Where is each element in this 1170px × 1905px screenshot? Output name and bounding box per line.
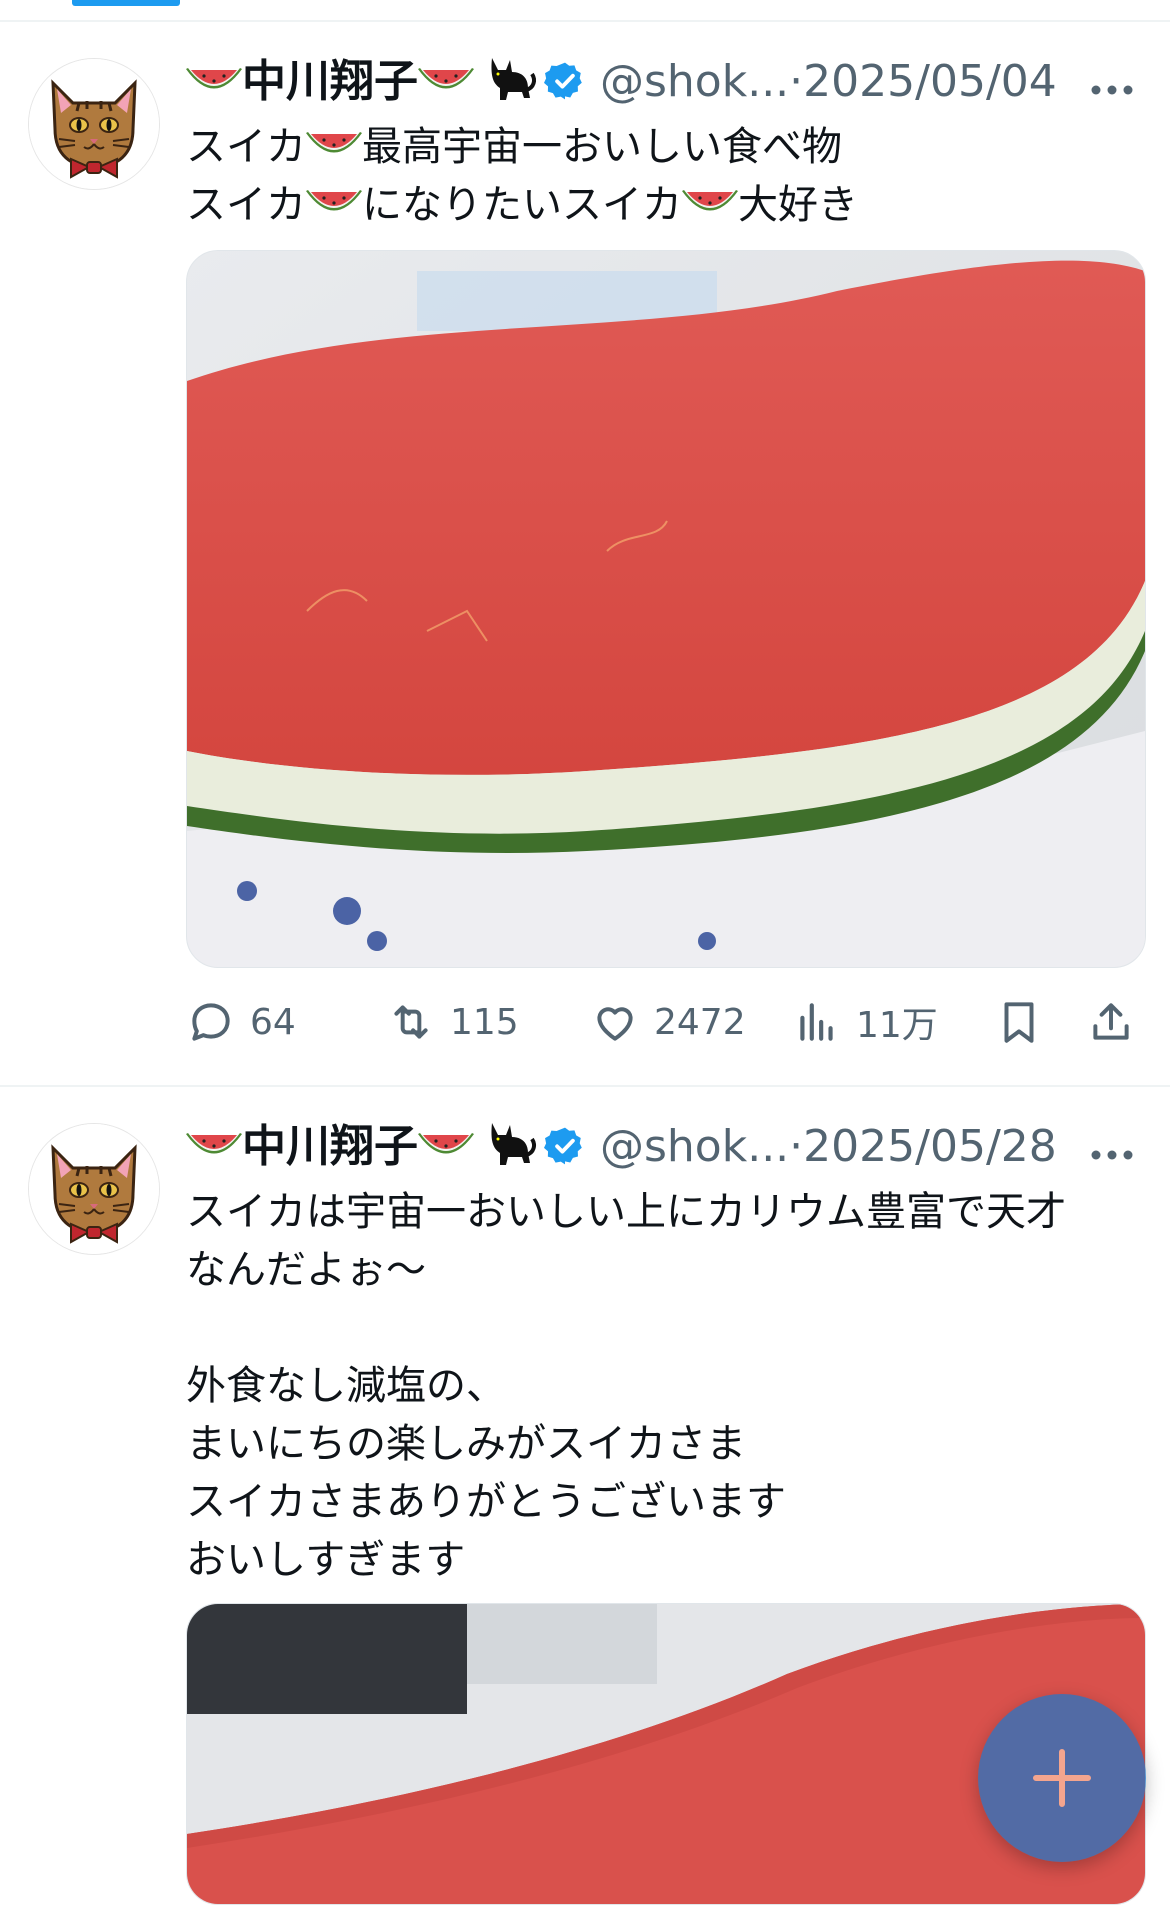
display-name[interactable]: 中川翔子 bbox=[242, 1121, 418, 1172]
text-line: スイカ になりたいスイカ 大好き bbox=[186, 182, 858, 228]
views-button[interactable]: 11万 bbox=[792, 992, 938, 1052]
reply-button[interactable]: 64 bbox=[186, 992, 296, 1052]
more-icon[interactable] bbox=[1090, 84, 1134, 96]
reply-icon bbox=[192, 1003, 230, 1041]
text-line: スイカ 最高宇宙一おいしい食べ物 bbox=[186, 124, 842, 170]
text-line: スイカさまありがとうございます bbox=[186, 1479, 786, 1525]
reply-count: 64 bbox=[250, 1001, 296, 1043]
watermelon-icon bbox=[306, 128, 362, 164]
more-icon[interactable] bbox=[1090, 1149, 1134, 1161]
avatar[interactable] bbox=[28, 58, 160, 190]
tweet-actions: 64 115 2472 11万 bbox=[186, 992, 1146, 1052]
text-line: おいしすぎます bbox=[186, 1537, 466, 1583]
watermelon-icon bbox=[418, 1129, 474, 1165]
handle[interactable]: @shok... bbox=[600, 1121, 789, 1172]
retweet-icon bbox=[394, 1005, 428, 1039]
timestamp[interactable]: 2025/05/28 bbox=[803, 1121, 1057, 1172]
text-line: 外食なし減塩の、 bbox=[186, 1363, 506, 1409]
tweet-header: 中川翔子 @shok...·2025/05/28 bbox=[186, 1115, 1146, 1175]
handle[interactable]: @shok... bbox=[600, 56, 789, 107]
top-bar bbox=[0, 0, 1170, 20]
timestamp[interactable]: 2025/05/04 bbox=[803, 56, 1057, 107]
avatar[interactable] bbox=[28, 1123, 160, 1255]
watermelon-photo bbox=[187, 251, 1145, 967]
views-count: 11万 bbox=[856, 1005, 938, 1046]
display-name[interactable]: 中川翔子 bbox=[242, 56, 418, 107]
separator: · bbox=[789, 1121, 804, 1172]
tweet-text: スイカ 最高宇宙一おいしい食べ物 スイカ になりたいスイカ 大好き bbox=[186, 118, 1126, 234]
tweet-header: 中川翔子 @shok...·2025/05/04 bbox=[186, 50, 1146, 110]
text-line: なんだよぉ〜 bbox=[186, 1247, 426, 1293]
tweet[interactable]: 中川翔子 @shok...·2025/05/04 スイカ 最高宇宙一おいしい食べ物 … bbox=[0, 22, 1170, 1087]
watermelon-icon bbox=[306, 186, 362, 222]
text-line: まいにちの楽しみがスイカさま bbox=[186, 1421, 746, 1467]
watermelon-icon bbox=[418, 64, 474, 100]
watermelon-icon bbox=[186, 1129, 242, 1165]
like-button[interactable]: 2472 bbox=[590, 992, 746, 1052]
active-tab-indicator bbox=[72, 0, 180, 6]
heart-icon bbox=[597, 1007, 633, 1041]
text-line: スイカは宇宙一おいしい上にカリウム豊富で天才 bbox=[186, 1189, 1066, 1235]
watermelon-icon bbox=[682, 186, 738, 222]
verified-icon bbox=[544, 60, 586, 102]
watermelon-icon bbox=[186, 64, 242, 100]
separator: · bbox=[789, 56, 804, 107]
verified-icon bbox=[544, 1125, 586, 1167]
views-icon bbox=[800, 1003, 833, 1041]
compose-plus-icon bbox=[1033, 1749, 1091, 1807]
share-icon bbox=[1093, 1003, 1129, 1040]
share-button[interactable] bbox=[1086, 992, 1150, 1052]
compose-button[interactable] bbox=[978, 1694, 1146, 1862]
retweet-count: 115 bbox=[450, 1001, 519, 1043]
tweet-photo[interactable] bbox=[186, 250, 1146, 968]
retweet-button[interactable]: 115 bbox=[386, 992, 519, 1052]
like-count: 2472 bbox=[654, 1001, 746, 1043]
black-cat-icon bbox=[482, 50, 538, 106]
black-cat-icon bbox=[482, 1115, 538, 1171]
tweet-text: スイカは宇宙一おいしい上にカリウム豊富で天才 なんだよぉ〜 外食なし減塩の、 ま… bbox=[186, 1183, 1126, 1589]
bookmark-button[interactable] bbox=[994, 992, 1058, 1052]
bookmark-icon bbox=[1004, 1002, 1034, 1043]
